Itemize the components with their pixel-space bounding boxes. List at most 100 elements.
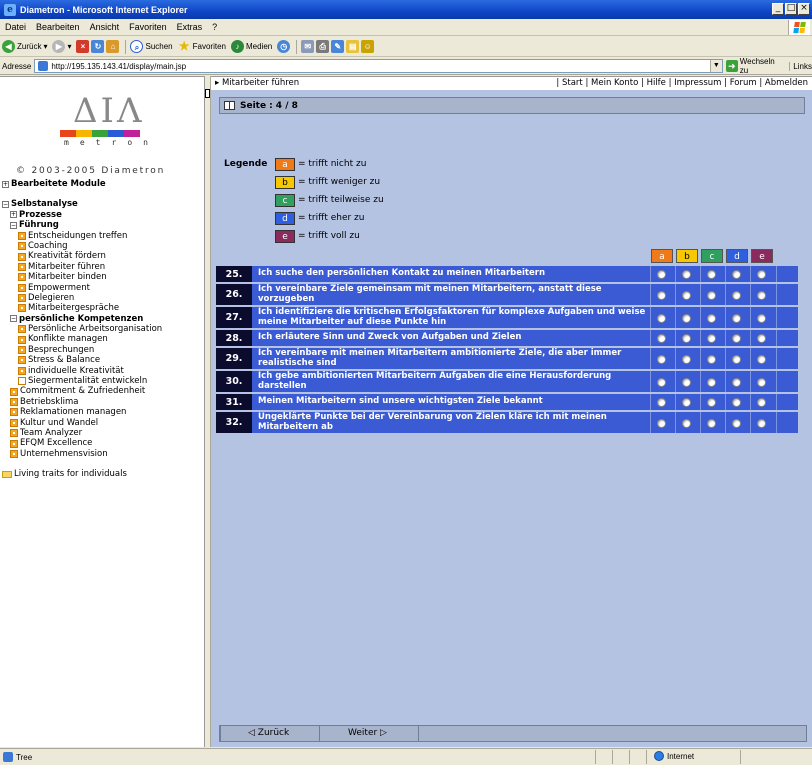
answer-radio-d[interactable]	[732, 418, 741, 428]
nav-item-delegieren[interactable]: Delegieren	[2, 293, 202, 303]
edit-icon[interactable]: ✎	[331, 40, 345, 53]
nav-item-selbstanalyse[interactable]: − Selbstanalyse	[2, 199, 202, 209]
answer-radio-a[interactable]	[657, 354, 666, 364]
answer-radio-c[interactable]	[707, 334, 716, 343]
answer-radio-d[interactable]	[732, 377, 741, 387]
nav-item-living-traits-for-individuals[interactable]: Living traits for individuals	[2, 469, 202, 479]
nav-item-siegermentalitat-entwickeln[interactable]: Siegermentalität entwickeln	[2, 376, 202, 386]
answer-radio-b[interactable]	[682, 290, 691, 300]
discuss-icon[interactable]: ▤	[346, 40, 360, 53]
answer-radio-d[interactable]	[732, 313, 741, 323]
nav-item-reklamationen-managen[interactable]: Reklamationen managen	[2, 407, 202, 417]
answer-radio-a[interactable]	[657, 418, 666, 428]
answer-radio-a[interactable]	[657, 398, 666, 407]
nav-item-personliche-kompetenzen[interactable]: − persönliche Kompetenzen	[2, 314, 202, 324]
menu-ansicht[interactable]: Ansicht	[85, 22, 125, 32]
nav-item-besprechungen[interactable]: Besprechungen	[2, 345, 202, 355]
address-dropdown-icon[interactable]: ▼	[709, 60, 722, 72]
answer-radio-e[interactable]	[757, 270, 766, 279]
answer-radio-a[interactable]	[657, 270, 666, 279]
nav-item-personliche-arbeitsorganisation[interactable]: Persönliche Arbeitsorganisation	[2, 324, 202, 334]
collapse-icon[interactable]: −	[10, 315, 17, 323]
nav-item-kreativitat-fordern[interactable]: Kreativität fördern	[2, 251, 202, 261]
answer-radio-e[interactable]	[757, 377, 766, 387]
nav-item-commitment-zufriedenheit[interactable]: Commitment & Zufriedenheit	[2, 386, 202, 396]
refresh-icon[interactable]: ↻	[91, 40, 105, 53]
nav-item-fuhrung[interactable]: − Führung	[2, 220, 202, 230]
answer-radio-b[interactable]	[682, 398, 691, 407]
nav-item-prozesse[interactable]: + Prozesse	[2, 210, 202, 220]
answer-radio-b[interactable]	[682, 377, 691, 387]
answer-radio-e[interactable]	[757, 418, 766, 428]
answer-radio-c[interactable]	[707, 313, 716, 323]
nav-item-efqm-excellence[interactable]: EFQM Excellence	[2, 438, 202, 448]
nav-item-betriebsklima[interactable]: Betriebsklima	[2, 397, 202, 407]
answer-radio-c[interactable]	[707, 270, 716, 279]
menu-help[interactable]: ?	[207, 22, 222, 32]
nav-item-kultur-und-wandel[interactable]: Kultur und Wandel	[2, 418, 202, 428]
answer-radio-b[interactable]	[682, 334, 691, 343]
mail-icon[interactable]: ✉	[301, 40, 315, 53]
messenger-icon[interactable]: ☺	[361, 40, 375, 53]
answer-radio-d[interactable]	[732, 270, 741, 279]
nav-item-coaching[interactable]: Coaching	[2, 241, 202, 251]
nav-item-stress-balance[interactable]: Stress & Balance	[2, 355, 202, 365]
nav-item-bearbeitete-module[interactable]: + Bearbeitete Module	[2, 179, 202, 189]
answer-radio-e[interactable]	[757, 354, 766, 364]
favorites-button[interactable]: ★ Favoriten	[178, 40, 226, 53]
back-page-button[interactable]: ◁ Zurück	[248, 726, 289, 741]
answer-radio-c[interactable]	[707, 418, 716, 428]
answer-radio-d[interactable]	[732, 398, 741, 407]
answer-radio-b[interactable]	[682, 313, 691, 323]
nav-item-entscheidungen-treffen[interactable]: Entscheidungen treffen	[2, 231, 202, 241]
nav-item-unternehmensvision[interactable]: Unternehmensvision	[2, 449, 202, 459]
answer-radio-c[interactable]	[707, 290, 716, 300]
media-button[interactable]: ♪ Medien	[230, 40, 272, 53]
answer-radio-d[interactable]	[732, 334, 741, 343]
close-button[interactable]: ×	[798, 3, 810, 15]
menu-datei[interactable]: Datei	[0, 22, 31, 32]
history-icon[interactable]: ◷	[277, 40, 291, 53]
maximize-button[interactable]: □	[785, 3, 797, 15]
answer-radio-e[interactable]	[757, 290, 766, 300]
home-icon[interactable]: ⌂	[106, 40, 120, 53]
menu-bearbeiten[interactable]: Bearbeiten	[31, 22, 85, 32]
go-button[interactable]: Wechseln zu	[740, 57, 786, 75]
stop-icon[interactable]: ×	[76, 40, 90, 53]
answer-radio-c[interactable]	[707, 377, 716, 387]
breadcrumb[interactable]: ▸ Mitarbeiter führen	[215, 77, 299, 90]
answer-radio-e[interactable]	[757, 334, 766, 343]
nav-item-team-analyzer[interactable]: Team Analyzer	[2, 428, 202, 438]
collapse-icon[interactable]: −	[10, 221, 17, 229]
answer-radio-a[interactable]	[657, 334, 666, 343]
answer-radio-e[interactable]	[757, 398, 766, 407]
expand-icon[interactable]: +	[10, 211, 17, 219]
answer-radio-d[interactable]	[732, 354, 741, 364]
go-arrow-icon[interactable]: ➜	[725, 60, 738, 72]
collapse-icon[interactable]: −	[2, 201, 9, 209]
answer-radio-c[interactable]	[707, 354, 716, 364]
collapse-arrow-icon[interactable]	[205, 89, 210, 98]
answer-radio-a[interactable]	[657, 313, 666, 323]
next-page-button[interactable]: Weiter ▷	[348, 726, 387, 741]
nav-item-konflikte-managen[interactable]: Konflikte managen	[2, 334, 202, 344]
answer-radio-a[interactable]	[657, 377, 666, 387]
nav-item-mitarbeitergesprache[interactable]: Mitarbeitergespräche	[2, 303, 202, 313]
answer-radio-b[interactable]	[682, 354, 691, 364]
address-input[interactable]: http://195.135.143.41/display/main.jsp ▼	[34, 59, 723, 73]
nav-item-empowerment[interactable]: Empowerment	[2, 283, 202, 293]
nav-item-mitarbeiter-fuhren[interactable]: Mitarbeiter führen	[2, 262, 202, 272]
nav-item-individuelle-kreativitat[interactable]: individuelle Kreativität	[2, 366, 202, 376]
back-button[interactable]: ◀ Zurück ▾	[2, 40, 47, 53]
print-icon[interactable]: ⎙	[316, 40, 330, 53]
top-links[interactable]: | Start | Mein Konto | Hilfe | Impressum…	[556, 77, 808, 90]
answer-radio-c[interactable]	[707, 398, 716, 407]
answer-radio-e[interactable]	[757, 313, 766, 323]
search-button[interactable]: ⌕ Suchen	[130, 40, 173, 53]
forward-button[interactable]: ▶ ▾	[52, 40, 71, 53]
answer-radio-a[interactable]	[657, 290, 666, 300]
minimize-button[interactable]: _	[772, 3, 784, 15]
answer-radio-b[interactable]	[682, 418, 691, 428]
expand-icon[interactable]: +	[2, 180, 9, 188]
links-button[interactable]: Links	[789, 61, 812, 71]
